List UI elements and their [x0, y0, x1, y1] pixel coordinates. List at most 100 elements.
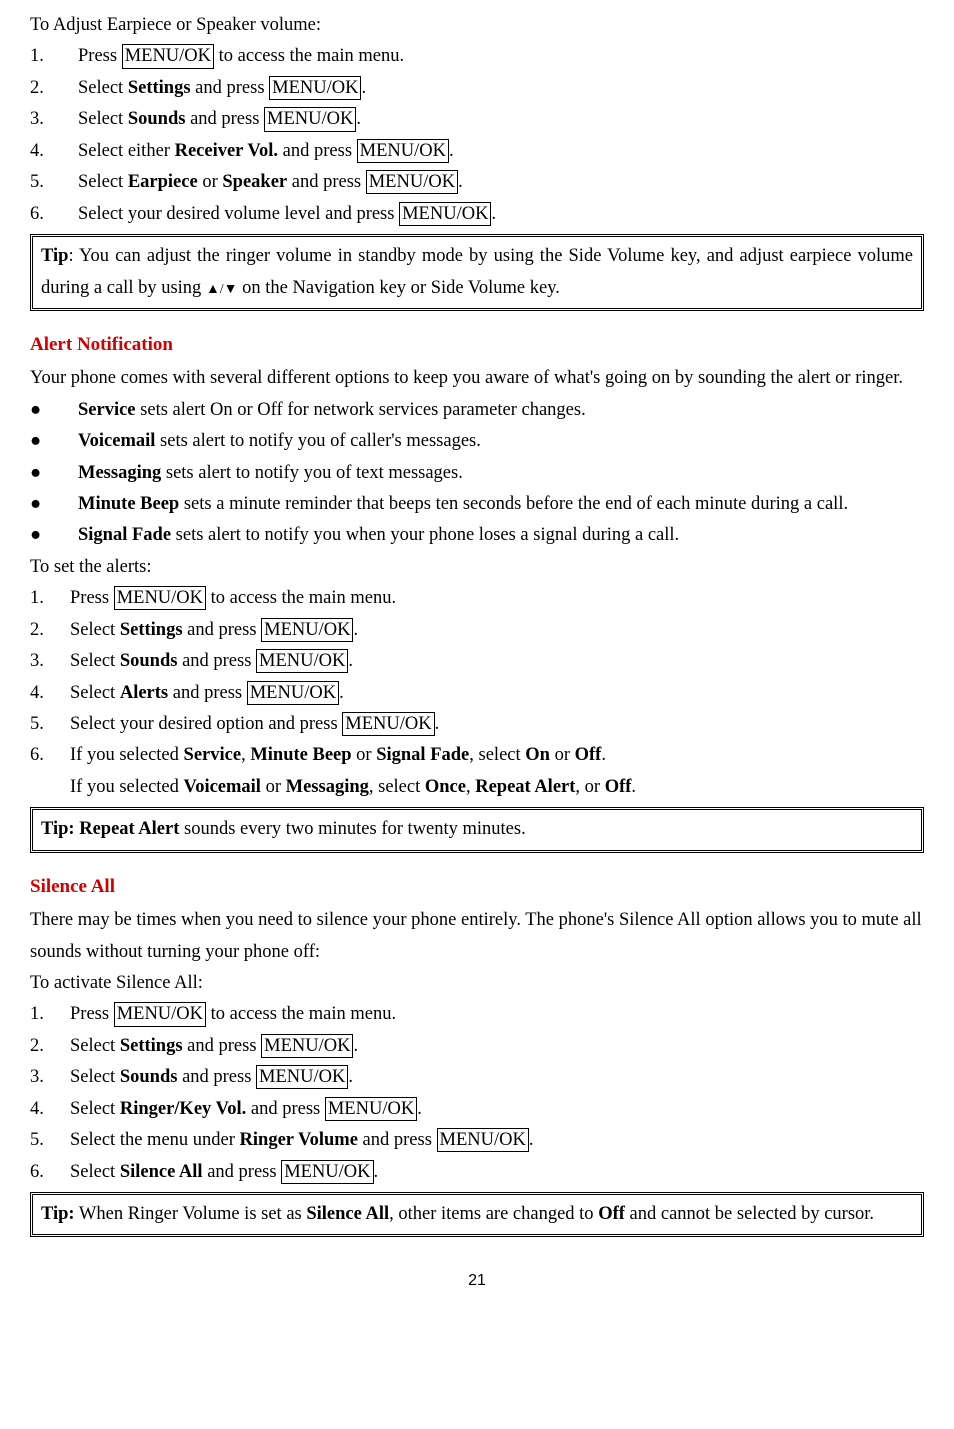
menu-ok-key: MENU/OK: [366, 170, 458, 194]
page-number: 21: [30, 1267, 924, 1294]
menu-ok-key: MENU/OK: [399, 202, 491, 226]
list-item: 1.Press MENU/OK to access the main menu.: [30, 583, 924, 614]
menu-ok-key: MENU/OK: [256, 1065, 348, 1089]
list-item: 1.Press MENU/OK to access the main menu.: [30, 999, 924, 1030]
step-number: 3.: [30, 1062, 70, 1093]
bullet-icon: ●: [30, 458, 78, 489]
bullet-icon: ●: [30, 489, 78, 520]
step-number: 1.: [30, 41, 78, 72]
step-body: If you selected Service, Minute Beep or …: [70, 740, 924, 771]
list-item: 3.Select Sounds and press MENU/OK.: [30, 1062, 924, 1093]
menu-ok-key: MENU/OK: [437, 1128, 529, 1152]
section3-intro: There may be times when you need to sile…: [30, 905, 924, 968]
menu-ok-key: MENU/OK: [114, 586, 206, 610]
step-number: 4.: [30, 1094, 70, 1125]
step-body: Select Silence All and press MENU/OK.: [70, 1157, 924, 1188]
menu-ok-key: MENU/OK: [342, 712, 434, 736]
menu-ok-key: MENU/OK: [247, 681, 339, 705]
list-item: 1.Press MENU/OK to access the main menu.: [30, 41, 924, 72]
step6-line2: If you selected Voicemail or Messaging, …: [30, 772, 924, 803]
list-item: 5.Select your desired option and press M…: [30, 709, 924, 740]
step-body: Select Sounds and press MENU/OK.: [70, 646, 924, 677]
menu-ok-key: MENU/OK: [264, 107, 356, 131]
step-number: 4.: [30, 136, 78, 167]
tip-label: Tip: [41, 246, 68, 266]
step-body: Select the menu under Ringer Volume and …: [70, 1125, 924, 1156]
section1-title: To Adjust Earpiece or Speaker volume:: [30, 10, 924, 41]
step-number: 6.: [30, 199, 78, 230]
list-item: 2.Select Settings and press MENU/OK.: [30, 1031, 924, 1062]
list-item: 5.Select Earpiece or Speaker and press M…: [30, 167, 924, 198]
list-item: 6.If you selected Service, Minute Beep o…: [30, 740, 924, 771]
list-item: 2.Select Settings and press MENU/OK.: [30, 615, 924, 646]
menu-ok-key: MENU/OK: [357, 139, 449, 163]
list-item: 4.Select either Receiver Vol. and press …: [30, 136, 924, 167]
step-body: Select your desired option and press MEN…: [70, 709, 924, 740]
list-item: 3.Select Sounds and press MENU/OK.: [30, 104, 924, 135]
menu-ok-key: MENU/OK: [269, 76, 361, 100]
step-number: 5.: [30, 1125, 70, 1156]
step-number: 3.: [30, 646, 70, 677]
list-item: 4.Select Ringer/Key Vol. and press MENU/…: [30, 1094, 924, 1125]
bullet-body: Voicemail sets alert to notify you of ca…: [78, 426, 924, 457]
step-body: Press MENU/OK to access the main menu.: [70, 999, 924, 1030]
step-number: 2.: [30, 73, 78, 104]
step-number: 1.: [30, 999, 70, 1030]
menu-ok-key: MENU/OK: [281, 1160, 373, 1184]
section2-steps-title: To set the alerts:: [30, 552, 924, 583]
bullet-body: Minute Beep sets a minute reminder that …: [78, 489, 924, 520]
step-number: 2.: [30, 615, 70, 646]
step-body: Press MENU/OK to access the main menu.: [78, 41, 924, 72]
menu-ok-key: MENU/OK: [325, 1097, 417, 1121]
list-item: ●Voicemail sets alert to notify you of c…: [30, 426, 924, 457]
step-number: 6.: [30, 1157, 70, 1188]
section3-steps-title: To activate Silence All:: [30, 968, 924, 999]
list-item: 2.Select Settings and press MENU/OK.: [30, 73, 924, 104]
step-body: Select Earpiece or Speaker and press MEN…: [78, 167, 924, 198]
step-body: Select Sounds and press MENU/OK.: [78, 104, 924, 135]
menu-ok-key: MENU/OK: [261, 1034, 353, 1058]
tip-label: Tip: Repeat Alert: [41, 819, 179, 839]
section-alert-notification: Alert Notification Your phone comes with…: [30, 329, 924, 853]
section2-intro: Your phone comes with several different …: [30, 363, 924, 394]
section3-steps: 1.Press MENU/OK to access the main menu.…: [30, 999, 924, 1188]
section-adjust-volume: To Adjust Earpiece or Speaker volume: 1.…: [30, 10, 924, 311]
step-body: Select Settings and press MENU/OK.: [78, 73, 924, 104]
tip-box: Tip: You can adjust the ringer volume in…: [30, 234, 924, 311]
step-number: 6.: [30, 740, 70, 771]
step-body: Select Ringer/Key Vol. and press MENU/OK…: [70, 1094, 924, 1125]
bullet-body: Signal Fade sets alert to notify you whe…: [78, 520, 924, 551]
step-body: Select either Receiver Vol. and press ME…: [78, 136, 924, 167]
bullet-body: Messaging sets alert to notify you of te…: [78, 458, 924, 489]
step-body: Select your desired volume level and pre…: [78, 199, 924, 230]
list-item: 3.Select Sounds and press MENU/OK.: [30, 646, 924, 677]
list-item: 5. Select the menu under Ringer Volume a…: [30, 1125, 924, 1156]
step-body: Select Settings and press MENU/OK.: [70, 1031, 924, 1062]
bullet-icon: ●: [30, 426, 78, 457]
step-number: 1.: [30, 583, 70, 614]
step-number: 3.: [30, 104, 78, 135]
menu-ok-key: MENU/OK: [114, 1002, 206, 1026]
heading-alert-notification: Alert Notification: [30, 329, 924, 361]
tip-box: Tip: Repeat Alert sounds every two minut…: [30, 807, 924, 852]
nav-triangle-icon: ▲/▼: [206, 282, 238, 297]
list-item: ●Minute Beep sets a minute reminder that…: [30, 489, 924, 520]
section1-steps: 1.Press MENU/OK to access the main menu.…: [30, 41, 924, 230]
step-number: 4.: [30, 678, 70, 709]
menu-ok-key: MENU/OK: [261, 618, 353, 642]
step-number: 5.: [30, 709, 70, 740]
list-item: ●Messaging sets alert to notify you of t…: [30, 458, 924, 489]
step-body: Select Sounds and press MENU/OK.: [70, 1062, 924, 1093]
bullet-body: Service sets alert On or Off for network…: [78, 395, 924, 426]
bullet-icon: ●: [30, 520, 78, 551]
bullet-icon: ●: [30, 395, 78, 426]
step-body: Select Settings and press MENU/OK.: [70, 615, 924, 646]
section2-steps: 1.Press MENU/OK to access the main menu.…: [30, 583, 924, 772]
list-item: 6.Select Silence All and press MENU/OK.: [30, 1157, 924, 1188]
heading-silence-all: Silence All: [30, 871, 924, 903]
list-item: 4.Select Alerts and press MENU/OK.: [30, 678, 924, 709]
list-item: ●Signal Fade sets alert to notify you wh…: [30, 520, 924, 551]
section-silence-all: Silence All There may be times when you …: [30, 871, 924, 1238]
list-item: ●Service sets alert On or Off for networ…: [30, 395, 924, 426]
section2-bullets: ●Service sets alert On or Off for networ…: [30, 395, 924, 552]
